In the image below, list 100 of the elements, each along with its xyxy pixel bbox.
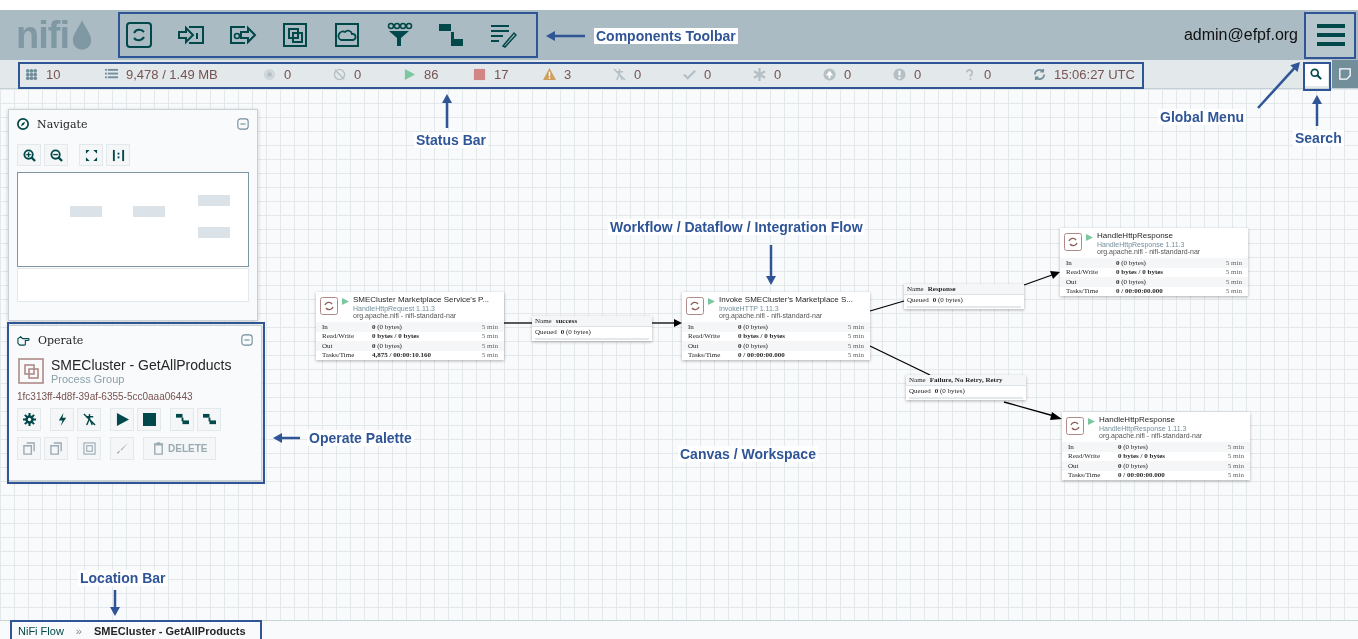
status-value: 0: [914, 66, 922, 82]
selection-type: Process Group: [51, 373, 126, 385]
sync-failure-icon: [963, 67, 976, 81]
processor-name: Invoke SMECluster's Marketplace S...: [719, 296, 854, 305]
stop-icon: [142, 413, 156, 426]
connection-line[interactable]: [503, 322, 533, 324]
group-icon: [82, 442, 96, 455]
callout-arrow: [1312, 95, 1322, 126]
panel-title: Operate: [38, 333, 84, 347]
configure-button[interactable]: [17, 408, 41, 431]
create-template-icon: [175, 413, 189, 426]
connection-line[interactable]: [869, 300, 905, 312]
callout-label: Location Bar: [78, 570, 168, 586]
callout-label: Operate Palette: [307, 430, 414, 446]
zoom-out-icon: [49, 148, 63, 162]
compass-icon: [17, 118, 29, 130]
zoom-in-button[interactable]: [17, 144, 41, 166]
processor-name: HandleHttpResponse: [1097, 232, 1175, 241]
not-transmitting-icon: [333, 67, 346, 81]
status-value: 0: [354, 66, 362, 82]
processor-card[interactable]: [682, 292, 870, 360]
disabled-icon: [613, 67, 626, 81]
processor-icon: [125, 21, 153, 49]
status-value: 15:06:27 UTC: [1054, 66, 1135, 82]
callout-label: Status Bar: [414, 132, 489, 148]
callout-arrow: [766, 245, 776, 285]
user-name: admin@efpf.org: [1183, 26, 1298, 44]
fit-icon: [84, 148, 98, 162]
enable-button[interactable]: [50, 408, 74, 431]
collapse-icon[interactable]: [241, 334, 253, 346]
disable-button[interactable]: [77, 408, 101, 431]
copy-icon: [22, 442, 36, 455]
errors-icon: [893, 67, 906, 81]
callout-label: Search: [1293, 130, 1344, 146]
processor-card[interactable]: [316, 292, 504, 360]
processor-icon: [1066, 417, 1084, 435]
callout-arrow: [110, 590, 120, 616]
drop-icon: [71, 19, 93, 51]
process-group-icon: [281, 21, 309, 49]
color-icon: [115, 442, 129, 455]
cloud-icon: [333, 21, 361, 49]
invalid-icon: [543, 67, 556, 81]
hand-icon: [17, 333, 30, 347]
callout-arrow: [1257, 62, 1300, 109]
disable-icon: [82, 413, 96, 426]
callout-label: Canvas / Workspace: [678, 446, 818, 462]
queue-icon: [105, 67, 118, 81]
status-value: 0: [774, 66, 782, 82]
search-icon: [1310, 68, 1322, 80]
processor-icon: [320, 297, 338, 315]
breadcrumb-separator: »: [75, 624, 82, 637]
selection-id: 1fc313ff-4d8f-39af-6355-5cc0aaa06443: [17, 391, 194, 402]
status-value: 86: [424, 66, 439, 82]
status-value: 9,478 / 1.49 MB: [126, 66, 218, 82]
start-icon: [115, 413, 129, 426]
start-button[interactable]: [110, 408, 134, 431]
upload-template-button[interactable]: [197, 408, 221, 431]
status-value: 0: [634, 66, 642, 82]
status-value: 10: [46, 66, 61, 82]
callout-arrow: [546, 31, 585, 41]
note-icon: [1339, 68, 1351, 80]
transmitting-icon: [263, 67, 276, 81]
up-to-date-icon: [683, 67, 696, 81]
fit-button[interactable]: [79, 144, 103, 166]
configure-icon: [22, 413, 36, 426]
callout-label: Workflow / Dataflow / Integration Flow: [608, 219, 865, 235]
connection-line[interactable]: [1023, 271, 1060, 286]
process-group-icon: [17, 357, 45, 385]
panel-title: Navigate: [37, 117, 88, 131]
funnel-icon: [385, 21, 413, 49]
status-value: 3: [564, 66, 572, 82]
status-value: 0: [844, 66, 852, 82]
delete-icon: [152, 442, 165, 455]
connection-line[interactable]: [1003, 401, 1062, 420]
zoom-in-icon: [22, 148, 36, 162]
collapse-icon[interactable]: [237, 118, 249, 130]
birdseye-drawing[interactable]: [17, 172, 249, 302]
connection-line[interactable]: [869, 345, 931, 376]
connection-line[interactable]: [651, 319, 682, 327]
actual-size-icon: [111, 148, 125, 162]
actual-size-button[interactable]: [106, 144, 130, 166]
zoom-out-button[interactable]: [44, 144, 68, 166]
menu-icon: [1317, 23, 1345, 47]
highlight-frame: [1303, 62, 1331, 91]
paste-icon: [49, 442, 63, 455]
running-icon: [403, 67, 416, 81]
breadcrumb-link[interactable]: SMECluster - GetAllProducts: [93, 624, 246, 637]
callout-arrow: [442, 94, 452, 128]
status-value: 0: [284, 66, 292, 82]
processor-name: HandleHttpResponse: [1099, 416, 1177, 425]
stop-button[interactable]: [137, 408, 161, 431]
stopped-icon: [473, 67, 486, 81]
breadcrumb-link[interactable]: NiFi Flow: [18, 624, 64, 637]
status-value: 0: [984, 66, 992, 82]
create-template-button[interactable]: [170, 408, 194, 431]
callout-label: Global Menu: [1158, 109, 1246, 125]
template-icon: [437, 21, 465, 49]
processor-icon: [1064, 233, 1082, 251]
cluster-icon: [25, 67, 38, 81]
stale-icon: [823, 67, 836, 81]
